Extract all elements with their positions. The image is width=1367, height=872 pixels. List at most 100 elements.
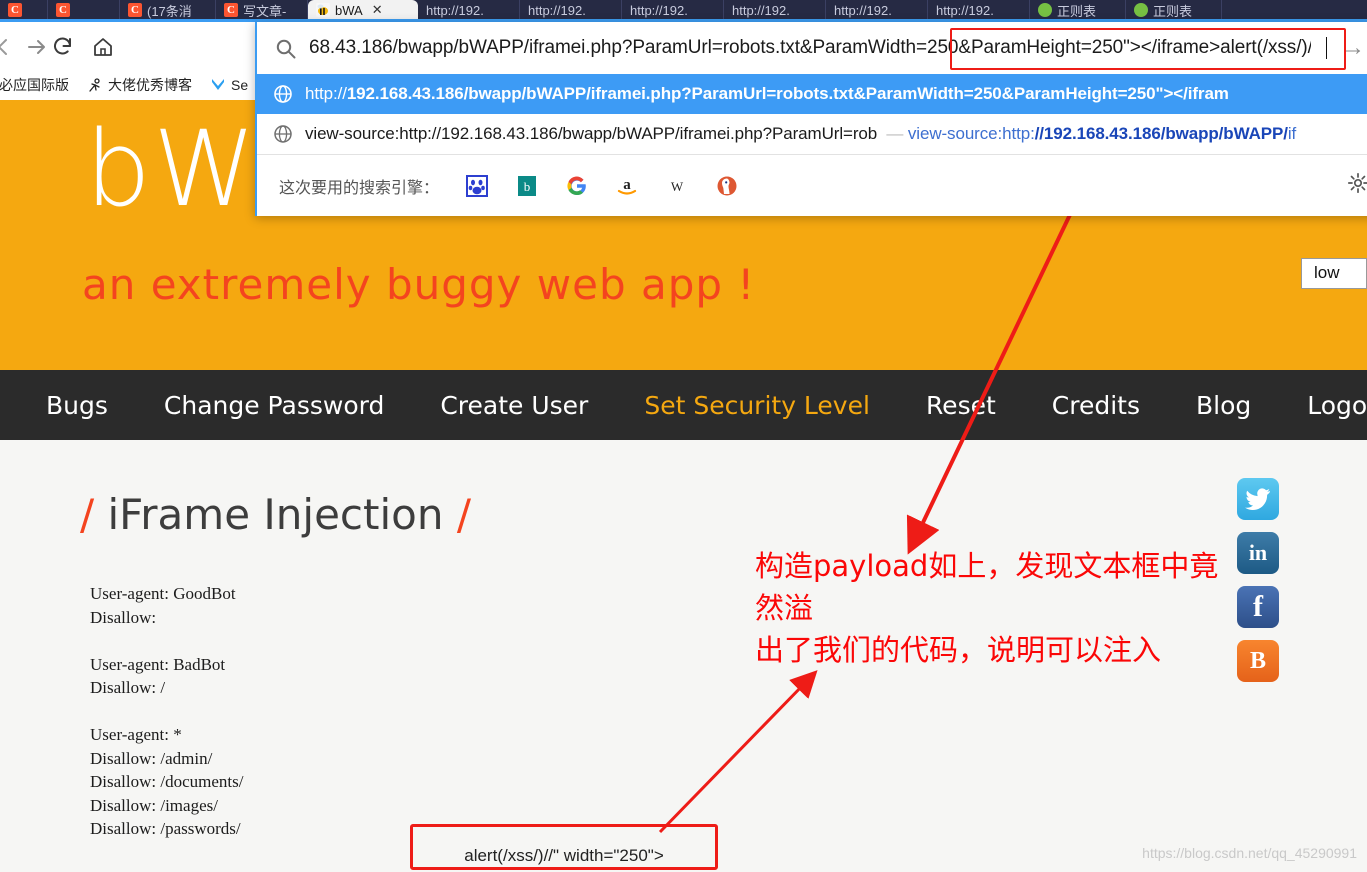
tab-label: bWA xyxy=(335,3,363,18)
nav-link-blog[interactable]: Blog xyxy=(1168,391,1279,420)
amazon-engine-icon[interactable]: a xyxy=(615,174,639,198)
csdn-favicon-icon: C xyxy=(128,3,142,17)
tab-label: http://192. xyxy=(630,3,688,18)
page-title: / iFrame Injection / xyxy=(80,490,471,539)
nav-link-create-user[interactable]: Create User xyxy=(412,391,616,420)
search-engines-label: 这次要用的搜索引擎： xyxy=(279,174,439,198)
browser-tab[interactable]: http://192. xyxy=(826,0,928,20)
go-arrow-icon[interactable]: → xyxy=(1341,34,1367,62)
linkedin-icon[interactable]: in xyxy=(1237,532,1279,574)
bing-engine-icon[interactable]: b xyxy=(515,174,539,198)
baidu-engine-icon[interactable] xyxy=(465,174,489,198)
bookmark-label: Se xyxy=(231,77,248,93)
green-favicon-icon xyxy=(1134,3,1148,17)
suggestion-separator: — xyxy=(886,124,903,143)
svg-text:a: a xyxy=(623,177,631,193)
green-favicon-icon xyxy=(1038,3,1052,17)
csdn-favicon-icon: C xyxy=(224,3,238,17)
tab-label: 正则表 xyxy=(1057,1,1096,20)
browser-tab[interactable]: http://192. xyxy=(622,0,724,20)
facebook-glyph: f xyxy=(1253,590,1263,624)
close-icon[interactable]: ✕ xyxy=(372,2,383,18)
bwapp-tagline: an extremely buggy web app ! xyxy=(82,260,755,309)
bwapp-navbar: Bugs Change Password Create User Set Sec… xyxy=(0,370,1367,440)
nav-link-logout[interactable]: Logout xyxy=(1279,391,1367,420)
csdn-favicon-icon: C xyxy=(8,3,22,17)
suggestion-text: view-source:http://192.168.43.186/bwapp/… xyxy=(305,124,877,143)
browser-tab[interactable]: C 写文章- xyxy=(216,0,308,20)
browser-tab[interactable]: C xyxy=(0,0,48,20)
suggestion-bold: 192.168.43.186/bwapp/bWAPP/iframei.php?P… xyxy=(347,84,755,103)
wikipedia-engine-icon[interactable]: W xyxy=(665,174,689,198)
browser-tab[interactable]: http://192. xyxy=(928,0,1030,20)
svg-text:b: b xyxy=(524,179,531,194)
tab-label: http://192. xyxy=(834,3,892,18)
home-icon[interactable] xyxy=(88,32,118,62)
duckduckgo-engine-icon[interactable] xyxy=(715,174,739,198)
annotation-note-line1: 构造payload如上，发现文本框中竟然溢 xyxy=(755,545,1225,629)
suggestion-tail: rl=robots.txt&ParamWidth=250&ParamHeight… xyxy=(755,84,1229,103)
browser-tab[interactable]: 正则表 xyxy=(1030,0,1126,20)
browser-tab-active[interactable]: bWA ✕ xyxy=(308,0,418,20)
omnibox-suggestion-2[interactable]: view-source:http://192.168.43.186/bwapp/… xyxy=(257,114,1367,154)
globe-icon xyxy=(273,124,293,144)
twitter-icon[interactable] xyxy=(1237,478,1279,520)
browser-tab[interactable]: http://192. xyxy=(418,0,520,20)
social-links: in f B xyxy=(1237,478,1279,682)
browser-tab[interactable]: C xyxy=(48,0,120,20)
omnibox-dropdown-panel: 68.43.186/bwapp/bWAPP/iframei.php?ParamU… xyxy=(255,22,1367,216)
gear-icon[interactable] xyxy=(1347,172,1367,200)
nav-link-credits[interactable]: Credits xyxy=(1024,391,1168,420)
browser-tab[interactable]: http://192. xyxy=(520,0,622,20)
bookmark-item[interactable]: 大佬优秀博客 xyxy=(87,75,192,95)
annotation-note-line2: 出了我们的代码，说明可以注入 xyxy=(755,629,1225,671)
tab-label: (17条消 xyxy=(147,1,192,20)
bookmark-item[interactable]: 必应国际版 xyxy=(0,75,69,95)
seebug-bookmark-icon xyxy=(210,77,226,93)
suggestion-url: http://192.168.43.186/bwapp/bWAPP/iframe… xyxy=(305,84,1367,104)
tab-label: http://192. xyxy=(426,3,484,18)
browser-tab[interactable]: http://192. xyxy=(724,0,826,20)
bee-favicon-icon xyxy=(316,3,330,17)
omnibox-input-row[interactable]: 68.43.186/bwapp/bWAPP/iframei.php?ParamU… xyxy=(257,22,1367,74)
omnibox-input[interactable]: 68.43.186/bwapp/bWAPP/iframei.php?ParamU… xyxy=(309,37,1311,59)
google-engine-icon[interactable] xyxy=(565,174,589,198)
tab-label: 写文章- xyxy=(243,1,286,20)
csdn-favicon-icon: C xyxy=(56,3,70,17)
blogger-icon[interactable]: B xyxy=(1237,640,1279,682)
bwapp-nav-links: Bugs Change Password Create User Set Sec… xyxy=(0,370,1367,440)
suggestion-match-prefix: view-source:http: xyxy=(908,124,1035,143)
bookmark-label: 必应国际版 xyxy=(0,75,69,95)
watermark: https://blog.csdn.net/qq_45290991 xyxy=(1142,845,1357,861)
bookmark-item[interactable]: Se xyxy=(210,77,248,93)
browser-tab-strip: C C C (17条消 C 写文章- bWA ✕ http://192. htt… xyxy=(0,0,1367,20)
nav-link-reset[interactable]: Reset xyxy=(898,391,1024,420)
tab-label: http://192. xyxy=(936,3,994,18)
annotation-note: 构造payload如上，发现文本框中竟然溢 出了我们的代码，说明可以注入 xyxy=(755,545,1225,671)
linkedin-glyph: in xyxy=(1249,540,1267,566)
tab-label: http://192. xyxy=(528,3,586,18)
tab-label: http://192. xyxy=(732,3,790,18)
tab-label: 正则表 xyxy=(1153,1,1192,20)
reload-icon[interactable] xyxy=(48,32,78,62)
payload-highlight-box: alert(/xss/)//" width="250"> xyxy=(410,824,718,870)
omnibox-suggestion-1[interactable]: http://192.168.43.186/bwapp/bWAPP/iframe… xyxy=(257,74,1367,114)
svg-text:W: W xyxy=(671,179,684,194)
browser-tab[interactable]: 正则表 xyxy=(1126,0,1222,20)
browser-tab[interactable]: C (17条消 xyxy=(120,0,216,20)
title-slash-right: / xyxy=(457,490,471,539)
page-title-text: iFrame Injection xyxy=(108,490,444,539)
back-arrow-icon[interactable] xyxy=(0,32,18,62)
payload-overflow-text: alert(/xss/)//" width="250"> xyxy=(464,846,664,866)
nav-link-change-password[interactable]: Change Password xyxy=(136,391,412,420)
text-caret xyxy=(1326,37,1327,59)
security-level-select[interactable]: low xyxy=(1301,258,1367,289)
blogger-glyph: B xyxy=(1250,648,1266,675)
nav-link-bugs[interactable]: Bugs xyxy=(18,391,136,420)
search-engines-row: 这次要用的搜索引擎： b a W xyxy=(257,154,1367,216)
globe-icon xyxy=(273,84,293,104)
nav-link-set-security-level[interactable]: Set Security Level xyxy=(616,391,898,420)
person-bookmark-icon xyxy=(87,77,103,93)
suggestion-match-tail: if xyxy=(1288,124,1296,143)
facebook-icon[interactable]: f xyxy=(1237,586,1279,628)
